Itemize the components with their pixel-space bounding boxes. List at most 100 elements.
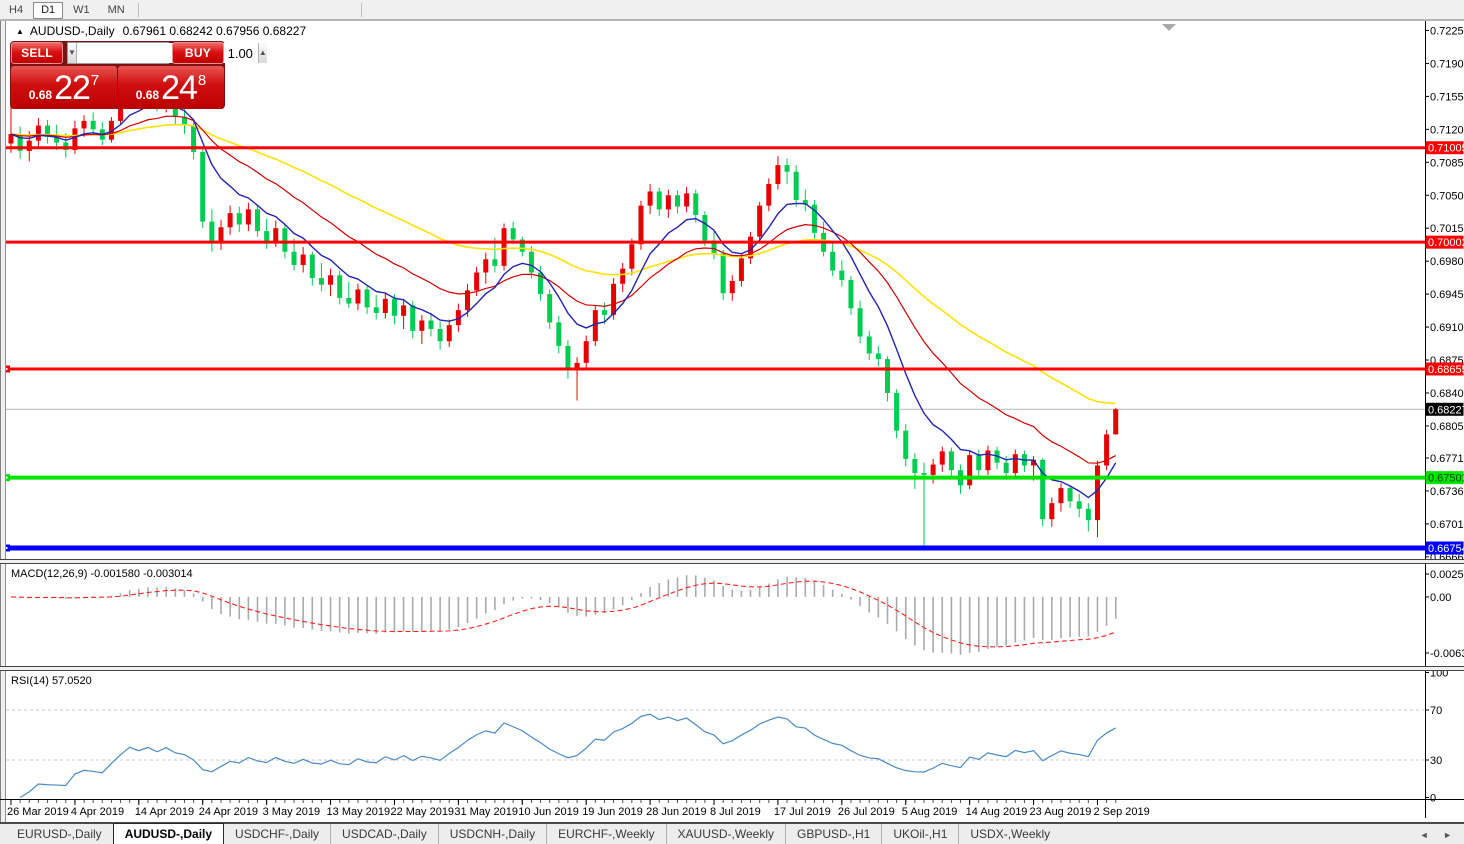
candle-body [866, 336, 872, 354]
chart-tab-audusddaily[interactable]: AUDUSD-,Daily [112, 823, 225, 844]
toolbar-separator [360, 3, 362, 17]
chart-tab-eurusddaily[interactable]: EURUSD-,Daily [6, 824, 113, 844]
chart-tab-xauusdweekly[interactable]: XAUUSD-,Weekly [665, 824, 785, 844]
candle-body [318, 278, 324, 285]
tab-scroll-arrows[interactable]: ◄ ► [1420, 830, 1458, 840]
volume-input[interactable] [75, 43, 259, 63]
axis-tick-label: 0.72250 [1430, 25, 1464, 37]
candle-body [218, 227, 224, 242]
axis-tick-label: 0.71550 [1430, 91, 1464, 103]
axis-tick-label: 0.67010 [1430, 519, 1464, 531]
volume-spinner: ▼ ▲ [67, 42, 267, 64]
timeframe-button-w1[interactable]: W1 [65, 2, 98, 19]
candle-body [236, 213, 242, 225]
date-label: 26 Jul 2019 [838, 806, 895, 818]
axis-tick-label: 0.69450 [1430, 289, 1464, 301]
candle-body [200, 151, 206, 222]
candle-body [656, 191, 662, 210]
candle-body [611, 283, 617, 315]
timeframe-button-d1[interactable]: D1 [33, 2, 64, 19]
collapse-panel-icon[interactable]: ▲ [16, 27, 24, 36]
axis-tick-label: 0.70850 [1430, 157, 1464, 169]
timeframe-button-mn[interactable]: MN [100, 2, 133, 19]
pane-splitter[interactable] [0, 559, 1464, 564]
candle-body [1076, 501, 1082, 509]
candle-body [282, 228, 288, 252]
candle-body [337, 275, 343, 298]
chart-tab-usdcnhdaily[interactable]: USDCNH-,Daily [437, 824, 546, 844]
candle-body [300, 254, 306, 265]
price-level-tag-text: 0.71005 [1428, 143, 1464, 155]
volume-decrease-icon[interactable]: ▼ [68, 43, 76, 63]
candle-body [245, 209, 251, 225]
buy-price-small: 0.68 [135, 87, 160, 102]
date-label: 3 May 2019 [263, 806, 320, 818]
toolbar-separator [137, 3, 139, 17]
candle-body [547, 294, 553, 323]
sell-price-sup: 7 [90, 72, 100, 89]
timeframe-button-h4[interactable]: H4 [1, 2, 31, 19]
axis-tick-label: 0.69800 [1430, 256, 1464, 268]
axis-tick-label: 0.67360 [1430, 486, 1464, 498]
sell-button[interactable]: SELL [11, 42, 63, 64]
candle-body [601, 310, 607, 315]
date-label: 17 Jul 2019 [774, 806, 831, 818]
sell-price-button[interactable]: 0.68 22 7 [11, 66, 117, 109]
candle-body [474, 272, 480, 291]
candle-body [720, 253, 726, 294]
candle-body [401, 305, 407, 316]
candle-body [446, 325, 452, 342]
candle-body [766, 183, 772, 206]
candle-body [291, 251, 297, 265]
candle-body [948, 451, 954, 471]
axis-tick-label: 0.68050 [1430, 421, 1464, 433]
date-label: 26 Mar 2019 [7, 806, 69, 818]
candle-body [1094, 465, 1100, 521]
axis-tick-label: 0.69100 [1430, 322, 1464, 334]
volume-increase-icon[interactable]: ▲ [258, 43, 267, 63]
chart-tab-usdxweekly[interactable]: USDX-,Weekly [958, 824, 1061, 844]
axis-tick-label: 0.67710 [1430, 453, 1464, 465]
date-label: 4 Apr 2019 [71, 806, 124, 818]
chart-tab-usdchfdaily[interactable]: USDCHF-,Daily [224, 824, 330, 844]
pane-splitter[interactable] [0, 666, 1464, 671]
candle-body [674, 195, 680, 207]
candle-body [912, 458, 918, 474]
candle-body [884, 359, 890, 393]
candle-body [930, 464, 936, 475]
date-label: 10 Jun 2019 [518, 806, 579, 818]
chart-tab-ukoilh1[interactable]: UKOil-,H1 [881, 824, 958, 844]
candle-body [1113, 409, 1119, 435]
axis-tick-label: 0.70150 [1430, 223, 1464, 235]
chart-background [0, 20, 1464, 822]
candle-body [793, 171, 799, 200]
macd-axis-label: 0.00 [1430, 592, 1451, 604]
candle-body [665, 195, 671, 210]
rsi-axis-label: 30 [1430, 755, 1442, 767]
candle-body [391, 298, 397, 316]
buy-price-button[interactable]: 0.68 24 8 [118, 66, 224, 109]
candle-body [583, 341, 589, 363]
macd-indicator-label: MACD(12,26,9) -0.001580 -0.003014 [11, 568, 193, 580]
candle-body [81, 120, 87, 129]
chart-tab-gbpusdh1[interactable]: GBPUSD-,H1 [785, 824, 881, 844]
candle-body [483, 259, 489, 273]
candle-body [209, 221, 215, 242]
candle-body [35, 125, 41, 141]
ohlc-values: 0.67961 0.68242 0.67956 0.68227 [122, 24, 307, 38]
price-level-tag-text: 0.68655 [1428, 364, 1464, 376]
chart-tab-usdcaddaily[interactable]: USDCAD-,Daily [330, 824, 438, 844]
candle-body [757, 205, 763, 237]
candle-body [620, 268, 626, 284]
candle-body [839, 270, 845, 281]
candle-body [784, 165, 790, 172]
trading-platform-window: H4D1W1MN 0.722500.719000.715500.712000.7… [0, 0, 1464, 844]
chart-tab-eurchfweekly[interactable]: EURCHF-,Weekly [546, 824, 665, 844]
candle-body [976, 455, 982, 471]
candle-body [921, 473, 927, 475]
buy-button[interactable]: BUY [172, 42, 224, 64]
chart-canvas[interactable]: 0.72250 0.71900 0.71550 0.71200 0.70850 0.705… [0, 0, 1464, 844]
candle-body [501, 228, 507, 266]
candle-body [1067, 488, 1073, 502]
price-level-tag-text: 0.70002 [1428, 237, 1464, 249]
